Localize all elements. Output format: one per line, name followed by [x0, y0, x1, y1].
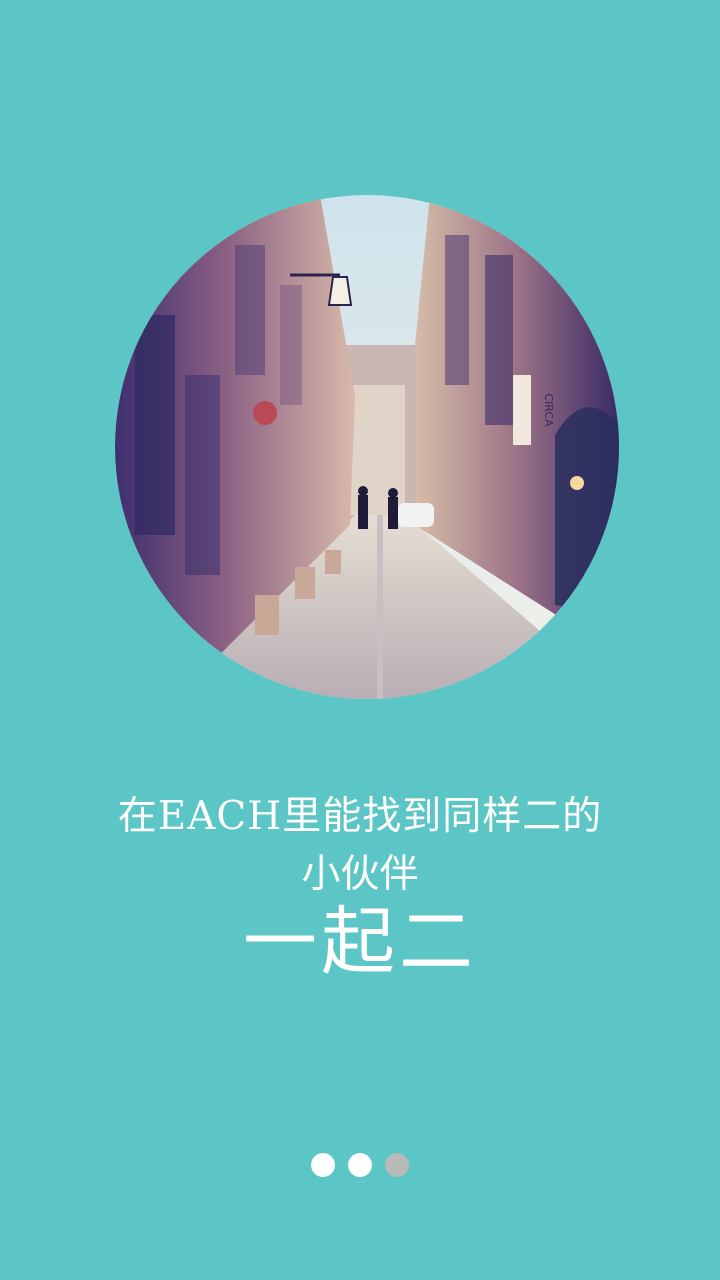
onboarding-screen: CIRCA 在EACH里能找到同样二的 小伙伴 一起二: [0, 0, 720, 1280]
circa-sign-text: CIRCA: [542, 393, 555, 427]
street-photo: CIRCA: [115, 195, 619, 699]
page-dot-2[interactable]: [348, 1153, 372, 1177]
tagline-line-1: 在EACH里能找到同样二的: [117, 794, 603, 839]
page-indicator: [0, 1153, 720, 1177]
street-photo-illustration: CIRCA: [115, 195, 619, 699]
tagline-headline: 一起二: [243, 899, 477, 985]
page-dot-1[interactable]: [311, 1153, 335, 1177]
tagline-line-2: 小伙伴: [301, 852, 419, 897]
page-dot-3[interactable]: [385, 1153, 409, 1177]
